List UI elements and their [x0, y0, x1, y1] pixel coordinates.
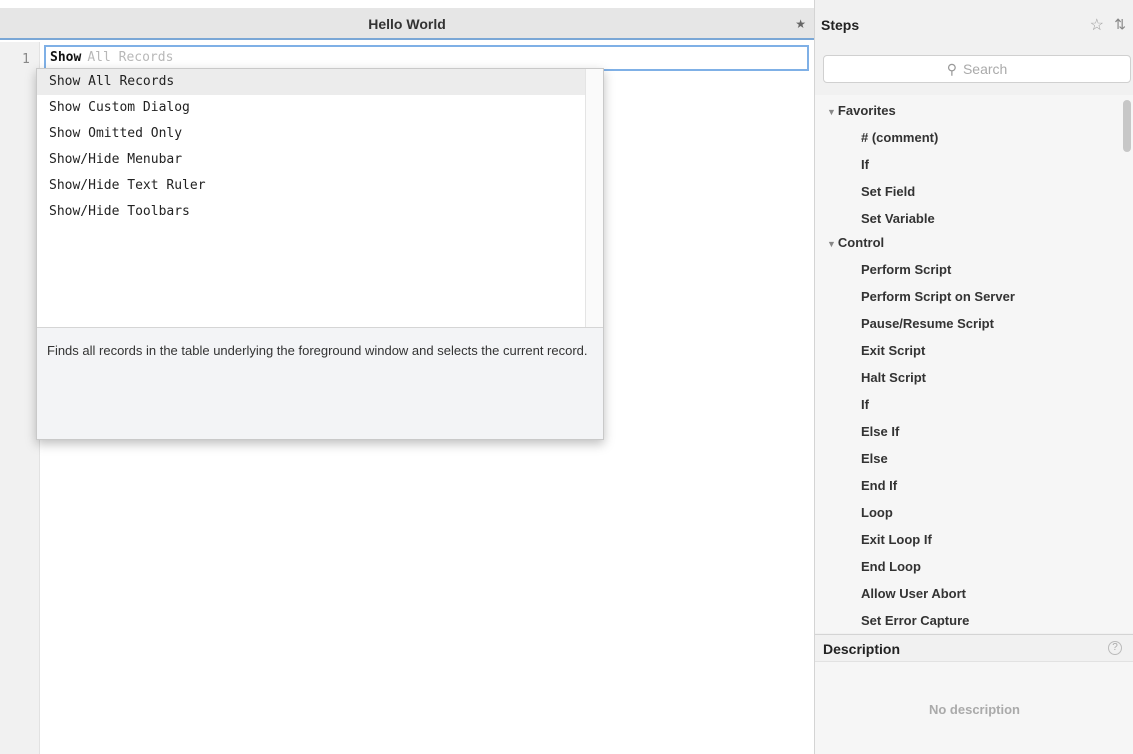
- step-item[interactable]: Set Field: [861, 184, 915, 199]
- disclosure-triangle-icon: ▼: [827, 239, 836, 249]
- autocomplete-item[interactable]: Show Omitted Only: [37, 121, 585, 147]
- step-item[interactable]: Set Variable: [861, 211, 935, 226]
- star-outline-icon[interactable]: ☆: [1090, 15, 1104, 35]
- step-item[interactable]: Halt Script: [861, 370, 926, 385]
- step-item[interactable]: Exit Loop If: [861, 532, 932, 547]
- description-body: No description: [815, 662, 1133, 754]
- category-control[interactable]: ▼ Control: [827, 235, 884, 250]
- autocomplete-scrollbar[interactable]: [585, 69, 603, 327]
- steps-panel: Steps ☆ ⇅ ⚲ Search ▼ Favorites # (comment)…: [814, 0, 1133, 754]
- category-label: Favorites: [837, 103, 896, 118]
- steps-title: Steps: [821, 17, 860, 33]
- step-item[interactable]: Pause/Resume Script: [861, 316, 994, 331]
- step-item[interactable]: Perform Script: [861, 262, 951, 277]
- step-item[interactable]: If: [861, 397, 869, 412]
- search-placeholder: Search: [962, 61, 1008, 77]
- autocomplete-description: Finds all records in the table underlyin…: [37, 327, 603, 439]
- steps-list: ▼ Favorites # (comment) If Set Field Set …: [815, 95, 1133, 633]
- category-label: Control: [837, 235, 885, 250]
- category-favorites[interactable]: ▼ Favorites: [827, 103, 896, 118]
- no-description-text: No description: [928, 702, 1020, 717]
- step-item[interactable]: End If: [861, 478, 897, 493]
- description-header: Description ?: [815, 634, 1133, 662]
- step-item[interactable]: Allow User Abort: [861, 586, 966, 601]
- magnifier-icon: ⚲: [946, 61, 957, 77]
- step-item[interactable]: Else: [861, 451, 888, 466]
- step-item[interactable]: Set Error Capture: [861, 613, 969, 628]
- autocomplete-item[interactable]: Show/Hide Toolbars: [37, 199, 585, 225]
- step-item[interactable]: # (comment): [861, 130, 938, 145]
- step-item[interactable]: Exit Script: [861, 343, 925, 358]
- steps-scrollbar[interactable]: [1123, 100, 1131, 152]
- sort-icon[interactable]: ⇅: [1114, 16, 1126, 33]
- help-icon[interactable]: ?: [1108, 641, 1122, 655]
- description-title: Description: [823, 641, 901, 657]
- step-item[interactable]: Loop: [861, 505, 893, 520]
- autocomplete-item[interactable]: Show Custom Dialog: [37, 95, 585, 121]
- step-item[interactable]: Else If: [861, 424, 899, 439]
- autocomplete-item[interactable]: Show/Hide Menubar: [37, 147, 585, 173]
- steps-header: Steps ☆ ⇅: [815, 8, 1133, 42]
- step-item[interactable]: Perform Script on Server: [861, 289, 1015, 304]
- line-number: 1: [22, 52, 30, 67]
- script-title: Hello World: [368, 16, 446, 32]
- script-editor: Hello World ★ 1 Show All Records Show All…: [0, 0, 814, 754]
- steps-search-input[interactable]: ⚲ Search: [823, 55, 1131, 83]
- autocomplete-item[interactable]: Show/Hide Text Ruler: [37, 173, 585, 199]
- step-item[interactable]: End Loop: [861, 559, 921, 574]
- autocomplete-popup: Show All Records Show Custom Dialog Show…: [36, 68, 604, 440]
- autocomplete-ghost-text: All Records: [87, 50, 174, 65]
- step-item[interactable]: If: [861, 157, 869, 172]
- autocomplete-list: Show All Records Show Custom Dialog Show…: [37, 69, 585, 327]
- typed-text: Show: [50, 50, 82, 65]
- disclosure-triangle-icon: ▼: [827, 107, 836, 117]
- line-number-gutter: [0, 42, 40, 754]
- script-tab[interactable]: Hello World ★: [0, 8, 814, 40]
- star-icon[interactable]: ★: [795, 17, 806, 31]
- autocomplete-item[interactable]: Show All Records: [37, 69, 585, 95]
